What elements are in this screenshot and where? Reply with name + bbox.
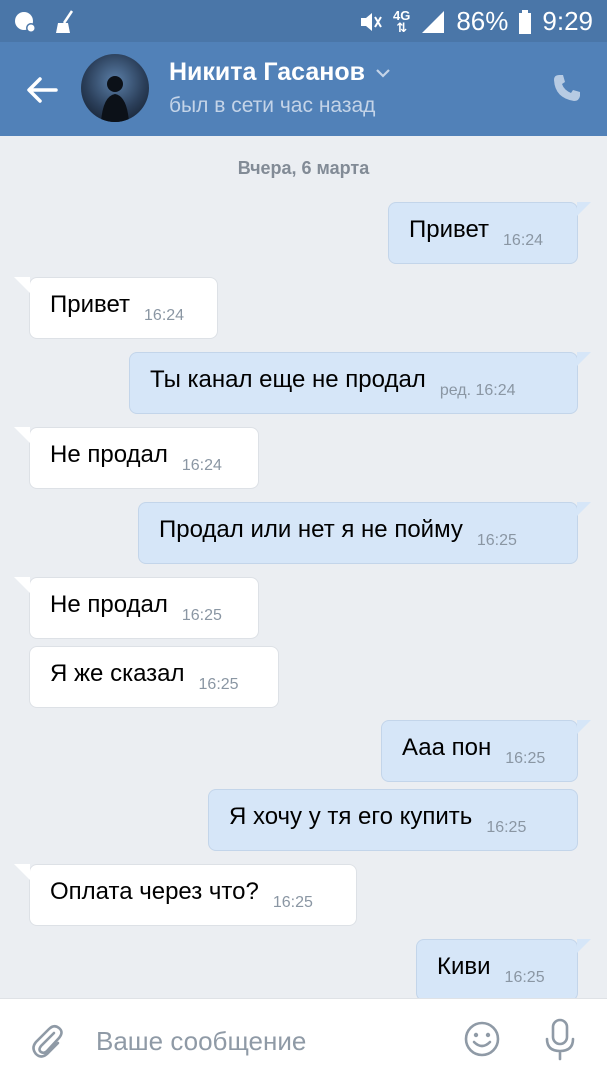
clock: 9:29 — [542, 6, 593, 36]
paperclip-icon[interactable] — [28, 1021, 66, 1061]
bubble-tail — [14, 577, 30, 593]
avatar[interactable] — [81, 54, 149, 122]
message-incoming[interactable]: Не продал 16:25 — [14, 577, 259, 639]
message-text: Я хочу у тя его купить — [229, 803, 473, 830]
smile-icon[interactable] — [462, 1019, 502, 1059]
message-text: Привет — [409, 216, 490, 243]
message-time: 16:24 — [144, 307, 185, 324]
message-text: Ааа пон — [402, 734, 492, 761]
avatar-image — [101, 76, 129, 122]
message-input[interactable] — [96, 1021, 436, 1061]
message-text: Привет — [50, 291, 131, 318]
bubble-tail — [577, 502, 591, 516]
mute-icon — [361, 12, 382, 31]
chat-header: Никита Гасанов был в сети час назад — [0, 42, 607, 136]
message-time: 16:25 — [504, 969, 545, 986]
contact-status: был в сети час назад — [169, 94, 376, 117]
bubble-tail — [14, 864, 30, 880]
message-time: 16:25 — [181, 607, 222, 624]
viber-icon — [15, 12, 36, 33]
message-time: ред. 16:24 — [439, 382, 516, 399]
message-outgoing[interactable]: Киви 16:25 — [416, 939, 591, 998]
message-text: Не продал — [50, 441, 168, 468]
battery-icon — [519, 9, 532, 34]
microphone-icon[interactable] — [542, 1017, 578, 1061]
message-outgoing[interactable]: Продал или нет я не пойму 16:25 — [138, 502, 591, 564]
message-outgoing[interactable]: Ааа пон 16:25 — [381, 720, 591, 782]
message-time: 16:25 — [476, 532, 517, 549]
message-time: 16:25 — [272, 894, 313, 911]
bubble-tail — [14, 277, 30, 293]
chevron-down-icon — [376, 68, 390, 78]
message-time: 16:24 — [503, 232, 544, 249]
message-incoming[interactable]: Я же сказал 16:25 — [29, 646, 279, 708]
message-outgoing[interactable]: Я хочу у тя его купить 16:25 — [208, 789, 578, 851]
message-text: Продал или нет я не пойму — [159, 516, 463, 543]
signal-icon — [422, 10, 445, 33]
bubble-tail — [577, 720, 591, 734]
message-time: 16:25 — [198, 676, 239, 693]
message-incoming[interactable]: Привет 16:24 — [14, 277, 218, 339]
message-text: Не продал — [50, 591, 168, 618]
message-text: Ты канал еще не продал — [150, 366, 426, 393]
message-time: 16:24 — [181, 457, 222, 474]
message-incoming[interactable]: Оплата через что? 16:25 — [14, 864, 357, 926]
contact-name[interactable]: Никита Гасанов — [169, 58, 391, 87]
message-text: Я же сказал — [50, 660, 185, 687]
phone-icon[interactable] — [551, 72, 583, 104]
status-bar: 4G ⇅ 86% 9:29 — [0, 0, 607, 42]
bubble-tail — [577, 939, 591, 953]
bubble-tail — [577, 352, 591, 366]
network-type: 4G ⇅ — [393, 7, 411, 35]
message-outgoing[interactable]: Ты канал еще не продал ред. 16:24 — [129, 352, 591, 414]
message-list[interactable]: Вчера, 6 марта Привет 16:24 Привет 16:24… — [0, 136, 607, 998]
message-time: 16:25 — [486, 819, 527, 836]
message-incoming[interactable]: Не продал 16:24 — [14, 427, 259, 489]
message-composer — [0, 998, 607, 1080]
message-text: Киви — [437, 953, 491, 980]
date-separator: Вчера, 6 марта — [237, 158, 370, 178]
message-outgoing[interactable]: Привет 16:24 — [388, 202, 591, 264]
message-text: Оплата через что? — [50, 878, 259, 905]
arrow-left-icon[interactable] — [22, 70, 62, 110]
bubble-tail — [14, 427, 30, 443]
broom-icon — [56, 10, 74, 33]
battery-percent: 86% — [456, 6, 509, 36]
message-time: 16:25 — [505, 750, 546, 767]
contact-name-text: Никита Гасанов — [169, 58, 365, 86]
bubble-tail — [577, 202, 591, 216]
